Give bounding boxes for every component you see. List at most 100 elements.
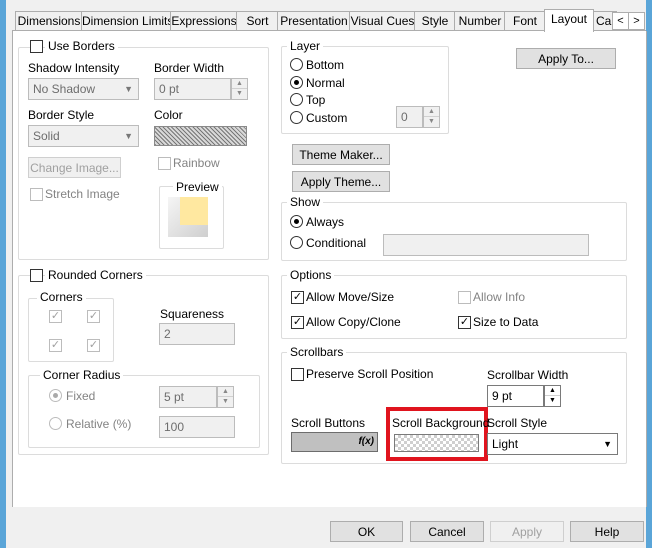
- tab-scroll-left-button[interactable]: <: [612, 12, 629, 30]
- shadow-intensity-dropdown[interactable]: No Shadow ▼: [28, 78, 139, 100]
- layer-custom-spinner[interactable]: ▲ ▼: [423, 106, 440, 128]
- spin-down-icon[interactable]: ▼: [545, 396, 560, 406]
- show-conditional-radio[interactable]: [290, 236, 303, 249]
- spin-down-icon[interactable]: ▼: [218, 397, 233, 407]
- apply-button[interactable]: Apply: [490, 521, 564, 542]
- layer-title: Layer: [287, 39, 324, 53]
- theme-maker-button[interactable]: Theme Maker...: [292, 144, 390, 165]
- show-condition-field[interactable]: [383, 234, 589, 256]
- layer-custom-radio[interactable]: [290, 111, 303, 124]
- border-color-swatch[interactable]: [154, 126, 247, 146]
- layer-bottom-radio[interactable]: [290, 58, 303, 71]
- fixed-label: Fixed: [66, 389, 96, 403]
- fixed-radio[interactable]: [49, 389, 62, 402]
- fixed-radius-spinner[interactable]: ▲ ▼: [217, 386, 234, 408]
- border-style-value: Solid: [33, 129, 60, 143]
- allow-info-label: Allow Info: [473, 290, 526, 304]
- size-to-data-label: Size to Data: [473, 315, 539, 329]
- spin-up-icon[interactable]: ▲: [232, 79, 247, 89]
- scrollbars-title: Scrollbars: [287, 345, 347, 359]
- allow-copy-clone-label: Allow Copy/Clone: [306, 315, 401, 329]
- ok-button[interactable]: OK: [330, 521, 403, 542]
- layer-normal-label: Normal: [306, 76, 345, 90]
- options-title: Options: [287, 268, 335, 282]
- scroll-background-color-swatch[interactable]: [394, 434, 479, 452]
- scroll-buttons-color-swatch[interactable]: f(x): [291, 432, 378, 452]
- allow-info-checkbox[interactable]: [458, 291, 471, 304]
- show-always-radio[interactable]: [290, 215, 303, 228]
- shadow-intensity-label: Shadow Intensity: [28, 61, 120, 75]
- cancel-button[interactable]: Cancel: [410, 521, 484, 542]
- preserve-scroll-position-checkbox[interactable]: [291, 368, 304, 381]
- relative-label: Relative (%): [66, 417, 132, 431]
- border-width-field[interactable]: 0 pt: [154, 78, 231, 100]
- rounded-corners-checkbox[interactable]: [30, 269, 43, 282]
- allow-move-size-checkbox[interactable]: ✓: [291, 291, 304, 304]
- rainbow-checkbox[interactable]: [158, 157, 171, 170]
- stretch-image-label: Stretch Image: [45, 187, 120, 201]
- spin-down-icon[interactable]: ▼: [232, 89, 247, 99]
- chevron-down-icon: ▼: [124, 84, 133, 94]
- tab-dimensions[interactable]: Dimensions: [15, 11, 83, 31]
- fx-icon: f(x): [358, 436, 374, 447]
- squareness-label: Squareness: [160, 307, 225, 321]
- scrollbar-width-field[interactable]: 9 pt: [487, 385, 544, 407]
- border-width-spinner[interactable]: ▲ ▼: [231, 78, 248, 100]
- corner-top-right-checkbox[interactable]: ✓: [87, 310, 100, 323]
- layout-panel: Use Borders Shadow Intensity No Shadow ▼…: [12, 31, 647, 507]
- scroll-style-value: Light: [492, 437, 519, 451]
- layer-top-label: Top: [306, 93, 326, 107]
- shadow-intensity-value: No Shadow: [33, 82, 96, 96]
- chevron-down-icon: ▼: [124, 131, 133, 141]
- apply-theme-button[interactable]: Apply Theme...: [292, 171, 390, 192]
- relative-radius-field[interactable]: 100: [159, 416, 235, 438]
- layer-top-radio[interactable]: [290, 93, 303, 106]
- spin-down-icon[interactable]: ▼: [424, 117, 439, 127]
- relative-radio[interactable]: [49, 417, 62, 430]
- tab-expressions[interactable]: Expressions: [170, 11, 238, 31]
- rounded-corners-label: Rounded Corners: [45, 268, 146, 282]
- scroll-buttons-label: Scroll Buttons: [291, 416, 366, 430]
- tab-number[interactable]: Number: [454, 11, 506, 31]
- scrollbar-width-spinner[interactable]: ▲ ▼: [544, 385, 561, 407]
- scroll-background-label: Scroll Background: [392, 416, 490, 430]
- change-image-button[interactable]: Change Image...: [28, 157, 121, 178]
- tab-scroll-right-button[interactable]: >: [628, 12, 645, 30]
- corner-top-left-checkbox[interactable]: ✓: [49, 310, 62, 323]
- use-borders-checkbox[interactable]: [30, 40, 43, 53]
- layer-custom-field[interactable]: 0: [396, 106, 423, 128]
- tab-visual-cues[interactable]: Visual Cues: [349, 11, 416, 31]
- help-button[interactable]: Help: [570, 521, 644, 542]
- tab-presentation[interactable]: Presentation: [277, 11, 351, 31]
- corner-radius-label: Corner Radius: [40, 368, 124, 382]
- fixed-radius-field[interactable]: 5 pt: [159, 386, 217, 408]
- squareness-field[interactable]: 2: [159, 323, 235, 345]
- corners-group: [28, 298, 114, 362]
- spin-up-icon[interactable]: ▲: [218, 387, 233, 397]
- corner-bottom-right-checkbox[interactable]: ✓: [87, 339, 100, 352]
- size-to-data-checkbox[interactable]: ✓: [458, 316, 471, 329]
- tab-dimension-limits[interactable]: Dimension Limits: [81, 11, 172, 31]
- corner-bottom-left-checkbox[interactable]: ✓: [49, 339, 62, 352]
- apply-to-button[interactable]: Apply To...: [516, 48, 616, 69]
- show-conditional-label: Conditional: [306, 236, 367, 250]
- show-title: Show: [287, 195, 324, 209]
- tab-font[interactable]: Font: [504, 11, 546, 31]
- layer-normal-radio[interactable]: [290, 76, 303, 89]
- spin-up-icon[interactable]: ▲: [545, 386, 560, 396]
- scroll-style-dropdown[interactable]: Light ▼: [487, 433, 618, 455]
- allow-copy-clone-checkbox[interactable]: ✓: [291, 316, 304, 329]
- preserve-scroll-position-label: Preserve Scroll Position: [306, 367, 434, 381]
- border-style-dropdown[interactable]: Solid ▼: [28, 125, 139, 147]
- use-borders-label: Use Borders: [45, 39, 118, 53]
- tab-style[interactable]: Style: [414, 11, 456, 31]
- border-style-label: Border Style: [28, 108, 95, 122]
- rainbow-label: Rainbow: [173, 156, 220, 170]
- tab-sort[interactable]: Sort: [236, 11, 279, 31]
- layer-custom-label: Custom: [306, 111, 348, 125]
- spin-up-icon[interactable]: ▲: [424, 107, 439, 117]
- color-label: Color: [154, 108, 183, 122]
- stretch-image-checkbox[interactable]: [30, 188, 43, 201]
- tab-layout[interactable]: Layout: [544, 9, 594, 32]
- scroll-style-label: Scroll Style: [487, 416, 548, 430]
